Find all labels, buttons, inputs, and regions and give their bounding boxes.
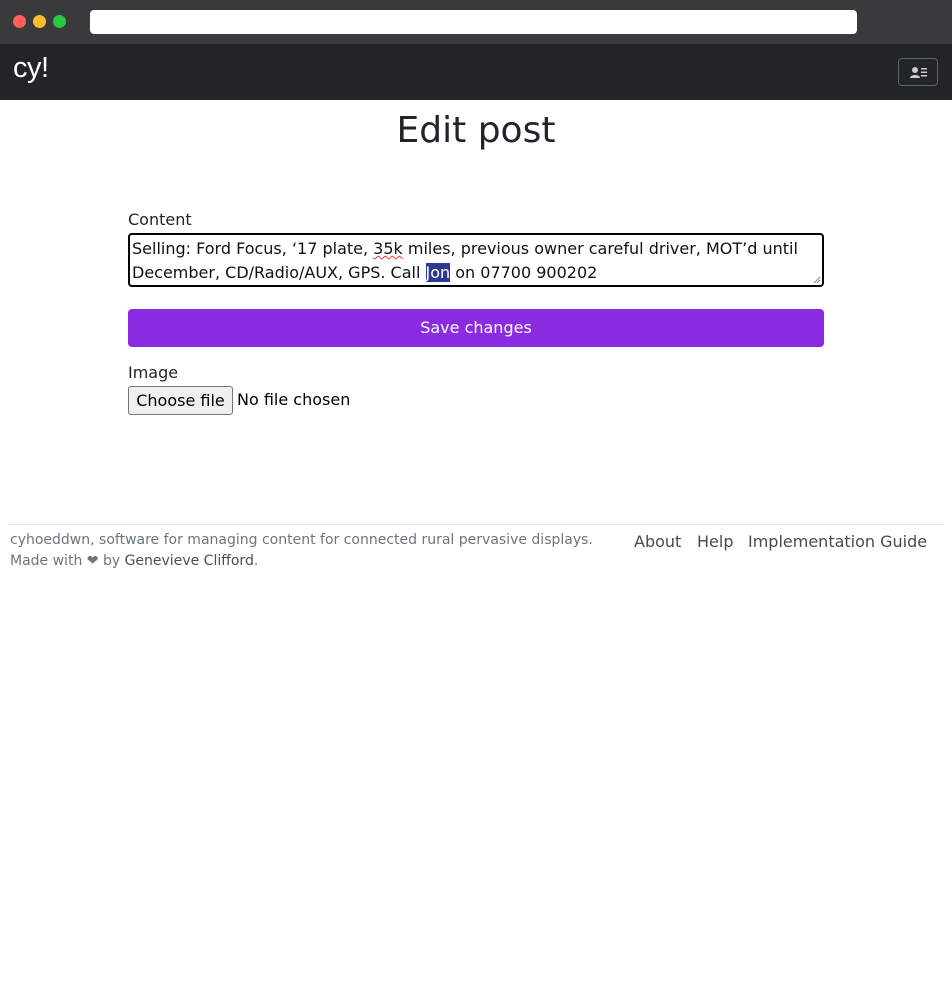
user-card-icon bbox=[910, 67, 927, 78]
content-text-part: on 07700 900202 bbox=[450, 263, 598, 282]
resize-handle-icon[interactable] bbox=[813, 276, 821, 284]
address-bar[interactable] bbox=[90, 10, 857, 34]
author-link[interactable]: Genevieve Clifford bbox=[125, 553, 254, 569]
made-with-text: Made with ❤ by bbox=[10, 553, 125, 569]
image-label: Image bbox=[128, 363, 179, 382]
brand-logo[interactable]: cy! bbox=[13, 50, 49, 86]
content-label: Content bbox=[128, 210, 192, 229]
file-status-text: No file chosen bbox=[237, 390, 351, 409]
minimize-window-icon[interactable] bbox=[33, 15, 46, 28]
spellcheck-flagged-word: 35k bbox=[373, 239, 403, 258]
footer-divider bbox=[9, 524, 943, 525]
profile-menu-button[interactable] bbox=[898, 58, 938, 86]
implementation-guide-link[interactable]: Implementation Guide bbox=[748, 532, 927, 552]
content-textarea[interactable]: Selling: Ford Focus, ‘17 plate, 35k mile… bbox=[128, 233, 824, 287]
about-link[interactable]: About bbox=[634, 532, 681, 552]
choose-file-button[interactable]: Choose file bbox=[128, 386, 233, 415]
maximize-window-icon[interactable] bbox=[53, 15, 66, 28]
top-navbar: cy! bbox=[0, 44, 952, 100]
save-changes-button[interactable]: Save changes bbox=[128, 309, 824, 347]
help-link[interactable]: Help bbox=[697, 532, 733, 552]
browser-chrome bbox=[0, 0, 952, 44]
selected-text: Jon bbox=[425, 263, 451, 282]
page-title: Edit post bbox=[396, 110, 556, 151]
credit-suffix: . bbox=[253, 553, 259, 569]
footer-description: cyhoeddwn, software for managing content… bbox=[10, 532, 593, 548]
content-text-part: Selling: Ford Focus, ‘17 plate, bbox=[132, 239, 374, 258]
close-window-icon[interactable] bbox=[13, 15, 26, 28]
footer-credit: Made with ❤ by Genevieve Clifford. bbox=[10, 552, 258, 570]
